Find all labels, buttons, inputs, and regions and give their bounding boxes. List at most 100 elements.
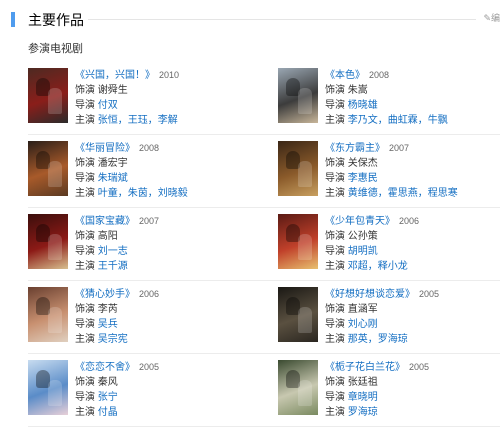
director-label: 导演 xyxy=(75,246,95,257)
cast-line: 主演 罗海琼 xyxy=(325,405,500,420)
cast-link[interactable]: 叶童，朱茵，刘晓毅 xyxy=(98,188,188,199)
poster-image[interactable] xyxy=(28,214,68,269)
work-title-line: 《东方霸主》 2007 xyxy=(325,141,500,156)
poster-image[interactable] xyxy=(278,287,318,342)
role-value: 高阳 xyxy=(97,231,118,242)
cast-link[interactable]: 王千源 xyxy=(98,261,128,272)
director-link[interactable]: 胡明凯 xyxy=(348,246,378,257)
work-info: 《东方霸主》 2007 饰演 关保杰 导演 李惠民 主演 黄维德，霍思燕，程思寒 xyxy=(325,141,500,201)
director-link[interactable]: 刘一志 xyxy=(98,246,128,257)
role-line: 饰演 张廷祖 xyxy=(325,375,500,390)
role-value: 张廷祖 xyxy=(347,377,378,388)
poster-image[interactable] xyxy=(28,68,68,123)
work-year: 2010 xyxy=(159,70,180,80)
cast-link[interactable]: 罗海琼 xyxy=(348,407,378,418)
role-label: 饰演 xyxy=(75,377,95,388)
role-label: 饰演 xyxy=(75,304,95,315)
director-link[interactable]: 李惠民 xyxy=(348,173,378,184)
work-title-line: 《华丽冒险》 2008 xyxy=(75,141,250,156)
director-label: 导演 xyxy=(325,246,345,257)
role-value: 秦风 xyxy=(97,377,118,388)
poster-image[interactable] xyxy=(278,141,318,196)
poster-image[interactable] xyxy=(278,360,318,415)
cast-line: 主演 那英，罗海琼 xyxy=(325,332,500,347)
role-label: 饰演 xyxy=(75,158,95,169)
work-info: 《国家宝藏》 2007 饰演 高阳 导演 刘一志 主演 王千源 xyxy=(75,214,250,274)
poster-image[interactable] xyxy=(28,141,68,196)
director-line: 导演 刘心刚 xyxy=(325,317,500,332)
role-line: 饰演 谢舜生 xyxy=(75,83,250,98)
work-title-link[interactable]: 《本色》 xyxy=(325,70,365,81)
role-label: 饰演 xyxy=(325,304,345,315)
work-item: 《少年包青天》 2006 饰演 公孙策 导演 胡明凯 主演 邓超，释小龙 xyxy=(278,214,498,274)
work-info: 《栀子花白兰花》 2005 饰演 张廷祖 导演 章晓明 主演 罗海琼 xyxy=(325,360,500,420)
poster-image[interactable] xyxy=(28,360,68,415)
cast-label: 主演 xyxy=(325,115,345,126)
director-link[interactable]: 杨晓雄 xyxy=(348,100,378,111)
work-year: 2006 xyxy=(139,289,160,299)
cast-link[interactable]: 那英，罗海琼 xyxy=(348,334,408,345)
work-title-link[interactable]: 《少年包青天》 xyxy=(325,216,395,227)
cast-link[interactable]: 黄维德，霍思燕，程思寒 xyxy=(348,188,458,199)
role-value: 谢舜生 xyxy=(97,85,128,96)
director-line: 导演 张宁 xyxy=(75,390,250,405)
director-label: 导演 xyxy=(75,100,95,111)
work-title-link[interactable]: 《猜心妙手》 xyxy=(75,289,135,300)
works-row: 《华丽冒险》 2008 饰演 潘宏宇 导演 朱瑞斌 主演 叶童，朱茵，刘晓毅 《东方霸主》… xyxy=(28,135,500,208)
director-link[interactable]: 刘心刚 xyxy=(348,319,378,330)
cast-line: 主演 张恒，王珏，李解 xyxy=(75,113,250,128)
work-item: 《东方霸主》 2007 饰演 关保杰 导演 李惠民 主演 黄维德，霍思燕，程思寒 xyxy=(278,141,498,201)
role-line: 饰演 直涵军 xyxy=(325,302,500,317)
edit-button[interactable]: ✎编 xyxy=(483,11,500,24)
work-item: 《华丽冒险》 2008 饰演 潘宏宇 导演 朱瑞斌 主演 叶童，朱茵，刘晓毅 xyxy=(28,141,248,201)
work-title-link[interactable]: 《兴国，兴国！》 xyxy=(75,70,155,81)
work-title-link[interactable]: 《好想好想谈恋爱》 xyxy=(325,289,415,300)
director-link[interactable]: 吴兵 xyxy=(98,319,118,330)
director-line: 导演 刘一志 xyxy=(75,244,250,259)
work-title-link[interactable]: 《华丽冒险》 xyxy=(75,143,135,154)
director-link[interactable]: 付双 xyxy=(98,100,118,111)
work-item: 《兴国，兴国！》 2010 饰演 谢舜生导演 付双主演 张恒，王珏，李解 xyxy=(28,68,248,128)
work-year: 2006 xyxy=(399,216,420,226)
work-year: 2008 xyxy=(139,143,160,153)
work-title-link[interactable]: 《栀子花白兰花》 xyxy=(325,362,405,373)
director-label: 导演 xyxy=(75,173,95,184)
work-title-line: 《少年包青天》 2006 xyxy=(325,214,500,229)
work-item: 《栀子花白兰花》 2005 饰演 张廷祖 导演 章晓明 主演 罗海琼 xyxy=(278,360,498,420)
work-item: 《恋恋不舍》 2005 饰演 秦风 导演 张宁 主演 付晶 xyxy=(28,360,248,420)
role-value: 朱嵩 xyxy=(347,85,368,96)
work-title-link[interactable]: 《东方霸主》 xyxy=(325,143,385,154)
work-year: 2008 xyxy=(369,70,390,80)
cast-link[interactable]: 张恒，王珏，李解 xyxy=(98,115,178,126)
work-item: 《本色》 2008 饰演 朱嵩 导演 杨晓雄 主演 李乃文，曲虹霖，牛飘 xyxy=(278,68,498,128)
poster-image[interactable] xyxy=(278,214,318,269)
cast-label: 主演 xyxy=(75,334,95,345)
work-title-line: 《好想好想谈恋爱》 2005 xyxy=(325,287,500,302)
work-year: 2005 xyxy=(409,362,430,372)
director-line: 导演 李惠民 xyxy=(325,171,500,186)
work-title-link[interactable]: 《国家宝藏》 xyxy=(75,216,135,227)
role-value: 关保杰 xyxy=(347,158,378,169)
work-title-link[interactable]: 《恋恋不舍》 xyxy=(75,362,135,373)
work-title-line: 《恋恋不舍》 2005 xyxy=(75,360,250,375)
director-link[interactable]: 章晓明 xyxy=(348,392,378,403)
poster-image[interactable] xyxy=(28,287,68,342)
work-year: 2007 xyxy=(389,143,410,153)
work-info: 《猜心妙手》 2006 饰演 李芮 导演 吴兵 主演 吴宗宪 xyxy=(75,287,250,347)
works-grid: 《兴国，兴国！》 2010 饰演 谢舜生 导演 付双 主演 张恒，王珏，李解 《本色》 20… xyxy=(28,62,500,427)
works-row: 《国家宝藏》 2007 饰演 高阳 导演 刘一志 主演 王千源 《少年包青天》 2006 饰演… xyxy=(28,208,500,281)
cast-link[interactable]: 吴宗宪 xyxy=(98,334,128,345)
poster-image[interactable] xyxy=(278,68,318,123)
cast-link[interactable]: 付晶 xyxy=(98,407,118,418)
cast-link[interactable]: 邓超，释小龙 xyxy=(348,261,408,272)
director-label: 导演 xyxy=(325,173,345,184)
cast-link[interactable]: 李乃文，曲虹霖，牛飘 xyxy=(348,115,448,126)
section-subtitle: 参演电视剧 xyxy=(28,43,83,55)
role-label: 饰演 xyxy=(325,158,345,169)
work-title-line: 《兴国，兴国！》 2010 xyxy=(75,68,250,83)
cast-label: 主演 xyxy=(75,261,95,272)
director-link[interactable]: 朱瑞斌 xyxy=(98,173,128,184)
works-row: 《猜心妙手》 2006 饰演 李芮 导演 吴兵 主演 吴宗宪 《好想好想谈恋爱》 2005 饰… xyxy=(28,281,500,354)
cast-label: 主演 xyxy=(325,261,345,272)
director-link[interactable]: 张宁 xyxy=(98,392,118,403)
